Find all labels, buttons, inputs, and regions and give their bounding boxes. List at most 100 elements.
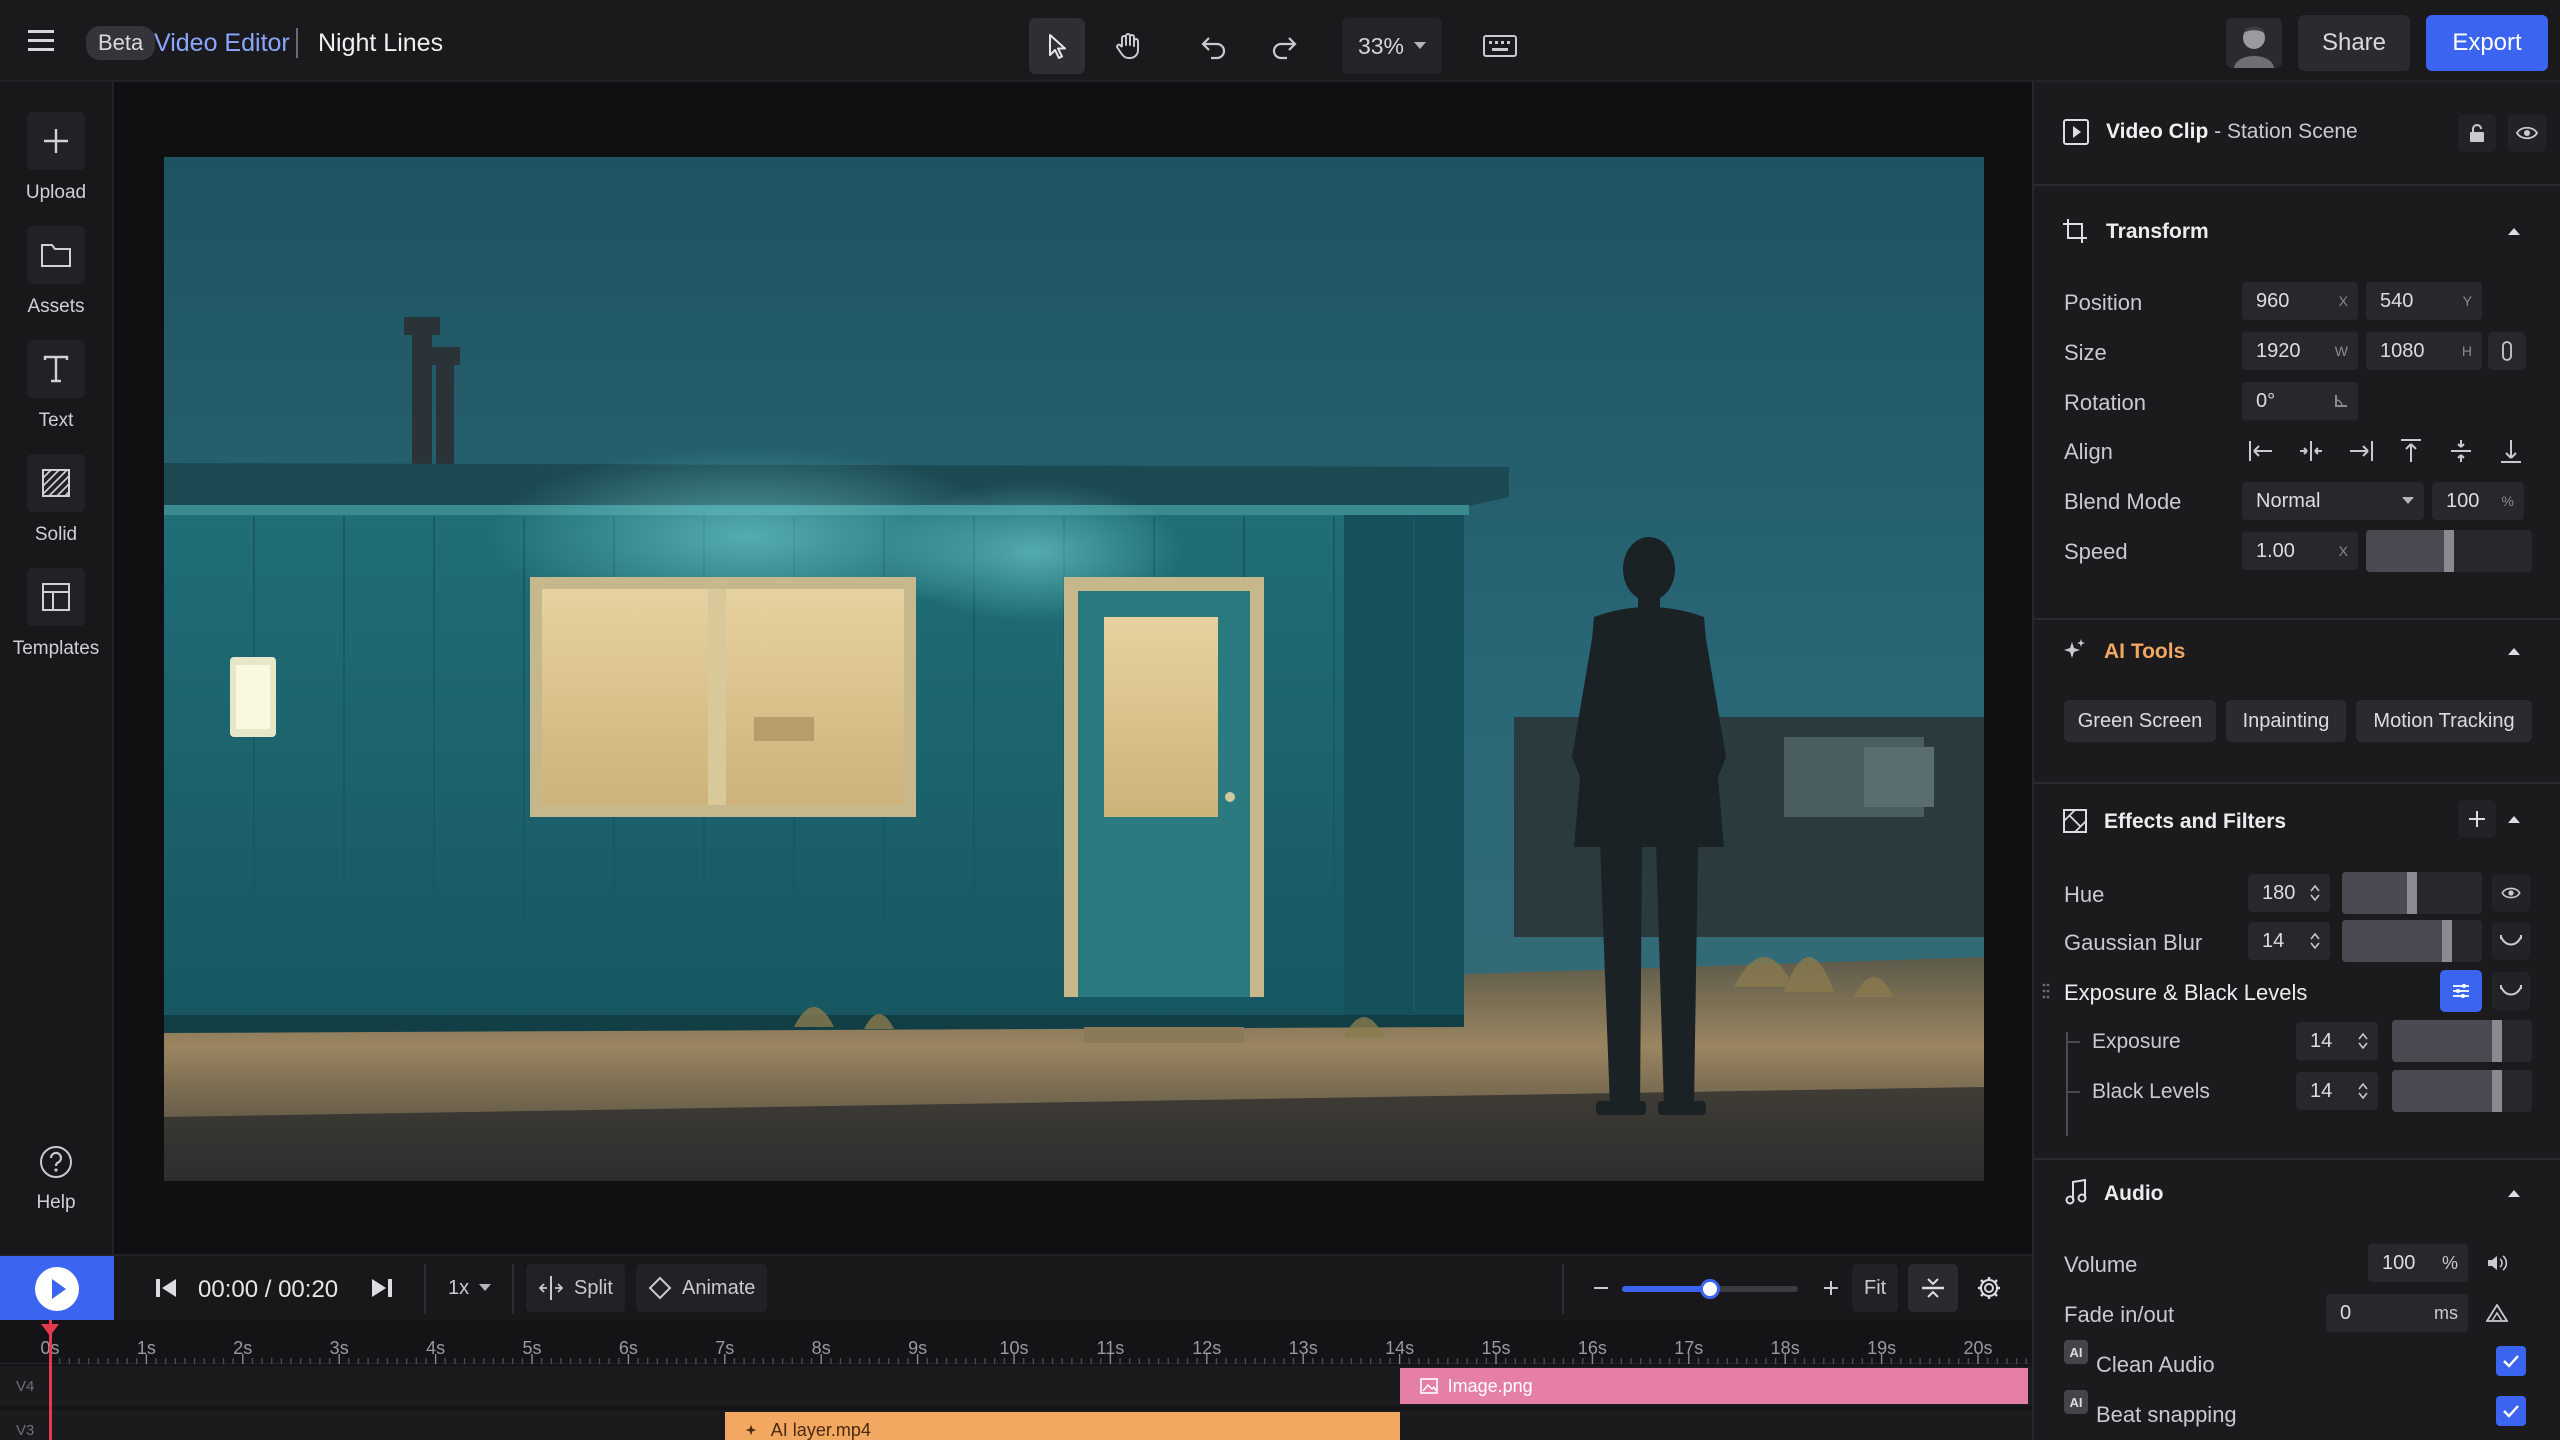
share-button[interactable]: Share: [2298, 15, 2410, 71]
timeline-clip-ai-layer[interactable]: AI layer.mp4: [724, 1412, 1400, 1440]
black-levels-slider[interactable]: [2392, 1070, 2532, 1112]
gaussian-blur-input[interactable]: 14: [2248, 922, 2330, 960]
playhead-handle[interactable]: [41, 1324, 59, 1336]
exposure-settings-button[interactable]: [2440, 970, 2482, 1012]
select-tool-button[interactable]: [1029, 18, 1085, 74]
playhead[interactable]: [41, 1320, 59, 1440]
hue-input[interactable]: 180: [2248, 874, 2330, 912]
align-bottom-button[interactable]: [2492, 432, 2530, 470]
volume-input[interactable]: 100%: [2368, 1244, 2468, 1282]
position-x-input[interactable]: 960 X: [2242, 282, 2358, 320]
zoom-dropdown[interactable]: 33%: [1342, 18, 1442, 74]
beat-snapping-checkbox[interactable]: [2496, 1396, 2526, 1426]
exposure-group-label: Exposure & Black Levels: [2064, 980, 2308, 1005]
speed-slider[interactable]: [2366, 530, 2532, 572]
play-button[interactable]: [0, 1256, 114, 1322]
stepper-icon[interactable]: [2358, 1031, 2368, 1051]
unlock-icon: [2470, 124, 2484, 142]
zoom-out-button[interactable]: [1580, 1264, 1622, 1312]
fade-input[interactable]: 0 ms: [2326, 1294, 2468, 1332]
slider-knob[interactable]: [2442, 920, 2452, 962]
exposure-slider[interactable]: [2392, 1020, 2532, 1062]
speed-label: Speed: [2064, 539, 2128, 564]
blur-curve-button[interactable]: [2492, 922, 2530, 960]
assets-label: Assets: [27, 296, 85, 317]
templates-tool[interactable]: Templates: [0, 568, 112, 660]
hand-tool-button[interactable]: [1100, 18, 1156, 74]
size-w-input[interactable]: 1920 W: [2242, 332, 2358, 370]
timeline[interactable]: 0s1s2s3s4s5s6s7s8s9s10s11s12s13s14s15s16…: [0, 1320, 2032, 1440]
visibility-button[interactable]: [2508, 114, 2546, 152]
position-y-input[interactable]: 540 Y: [2366, 282, 2482, 320]
link-aspect-button[interactable]: [2488, 332, 2526, 370]
project-name[interactable]: Night Lines: [318, 29, 443, 58]
size-h-input[interactable]: 1080 H: [2366, 332, 2482, 370]
hue-visibility-button[interactable]: [2492, 874, 2530, 912]
skip-back-button[interactable]: [142, 1264, 190, 1312]
slider-knob[interactable]: [2407, 872, 2417, 914]
black-levels-input[interactable]: 14: [2296, 1072, 2378, 1110]
fade-curve-button[interactable]: [2478, 1294, 2516, 1332]
text-tool[interactable]: Text: [0, 340, 112, 432]
assets-tool[interactable]: Assets: [0, 226, 112, 318]
blend-mode-select[interactable]: Normal: [2242, 482, 2424, 520]
clip-name[interactable]: Station Scene: [2227, 120, 2358, 143]
align-top-button[interactable]: [2392, 432, 2430, 470]
align-left-button[interactable]: [2242, 432, 2280, 470]
timeline-clip-image[interactable]: Image.png: [1399, 1368, 2028, 1404]
collapse-ai-tools-icon[interactable]: [2506, 646, 2522, 656]
beta-badge: Beta: [86, 26, 156, 60]
green-screen-button[interactable]: Green Screen: [2064, 700, 2216, 742]
app-name[interactable]: Video Editor: [154, 29, 290, 58]
menu-icon[interactable]: [26, 26, 58, 54]
clean-audio-checkbox[interactable]: [2496, 1346, 2526, 1376]
upload-tool[interactable]: Upload: [0, 112, 112, 204]
solid-label: Solid: [34, 524, 78, 545]
undo-button[interactable]: [1186, 18, 1242, 74]
avatar[interactable]: [2226, 18, 2282, 68]
speed-input[interactable]: 1.00 X: [2242, 532, 2358, 570]
slider-knob[interactable]: [1700, 1279, 1720, 1299]
redo-button[interactable]: [1256, 18, 1312, 74]
gaussian-blur-slider[interactable]: [2342, 920, 2482, 962]
align-center-h-button[interactable]: [2292, 432, 2330, 470]
solid-tool[interactable]: Solid: [0, 454, 112, 546]
collapse-tracks-button[interactable]: [1908, 1264, 1958, 1312]
collapse-effects-icon[interactable]: [2506, 814, 2522, 824]
exposure-input[interactable]: 14: [2296, 1022, 2378, 1060]
drag-handle-icon[interactable]: [2042, 982, 2050, 1000]
stepper-icon[interactable]: [2358, 1081, 2368, 1101]
time-ruler[interactable]: 0s1s2s3s4s5s6s7s8s9s10s11s12s13s14s15s16…: [0, 1320, 2032, 1364]
slider-knob[interactable]: [2444, 530, 2454, 572]
rotation-input[interactable]: 0°: [2242, 382, 2358, 420]
fit-button[interactable]: Fit: [1852, 1264, 1899, 1312]
timeline-settings-button[interactable]: [1964, 1264, 2014, 1312]
timeline-zoom-slider[interactable]: [1622, 1279, 1798, 1299]
slider-knob[interactable]: [2492, 1020, 2502, 1062]
hue-slider[interactable]: [2342, 872, 2482, 914]
opacity-input[interactable]: 100%: [2432, 482, 2524, 520]
playback-speed-dropdown[interactable]: 1x: [436, 1264, 503, 1312]
inpainting-button[interactable]: Inpainting: [2226, 700, 2346, 742]
help-button[interactable]: Help: [0, 1144, 112, 1214]
motion-tracking-button[interactable]: Motion Tracking: [2356, 700, 2532, 742]
stepper-icon[interactable]: [2310, 931, 2320, 951]
skip-forward-button[interactable]: [358, 1264, 406, 1312]
keyboard-shortcuts-button[interactable]: [1472, 18, 1528, 74]
split-button[interactable]: Split: [526, 1264, 625, 1312]
tree-line: [2066, 1032, 2080, 1136]
zoom-in-button[interactable]: [1810, 1264, 1852, 1312]
align-middle-v-button[interactable]: [2442, 432, 2480, 470]
slider-knob[interactable]: [2492, 1070, 2502, 1112]
animate-button[interactable]: Animate: [636, 1264, 768, 1312]
add-effect-button[interactable]: [2458, 800, 2496, 838]
collapse-audio-icon[interactable]: [2506, 1188, 2522, 1198]
export-button[interactable]: Export: [2426, 15, 2548, 71]
exposure-curve-button[interactable]: [2492, 972, 2530, 1010]
volume-button[interactable]: [2478, 1244, 2516, 1282]
align-right-button[interactable]: [2342, 432, 2380, 470]
stepper-icon[interactable]: [2310, 883, 2320, 903]
collapse-transform-icon[interactable]: [2506, 226, 2522, 236]
video-preview[interactable]: [164, 157, 1984, 1181]
lock-button[interactable]: [2458, 114, 2496, 152]
